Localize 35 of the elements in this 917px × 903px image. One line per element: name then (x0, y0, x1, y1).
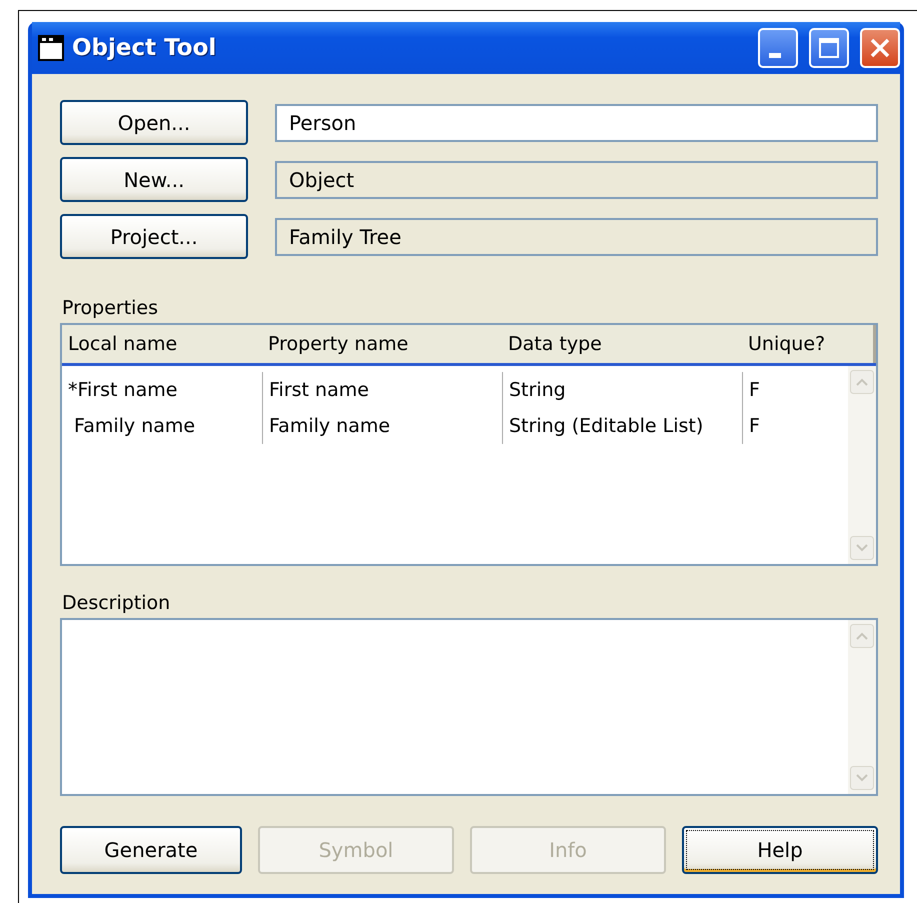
text-field[interactable]: Family Tree (275, 218, 878, 256)
dialog-button[interactable]: New... (60, 157, 248, 202)
maximize-icon (818, 37, 840, 59)
scrollbar[interactable] (848, 366, 876, 564)
table-cell: First name (262, 372, 502, 408)
scroll-down-icon[interactable] (850, 766, 874, 790)
description-field[interactable] (60, 618, 878, 796)
scrollbar[interactable] (848, 620, 876, 794)
dialog-button[interactable]: Help (682, 826, 878, 874)
scroll-up-icon[interactable] (850, 624, 874, 648)
window-icon (38, 35, 64, 61)
table-cell: Family name (262, 408, 502, 444)
dialog-button[interactable]: Generate (60, 826, 242, 874)
window-title: Object Tool (72, 35, 218, 61)
table-cell: String (Editable List) (502, 408, 742, 444)
minimize-button[interactable] (758, 28, 798, 68)
maximize-button[interactable] (809, 28, 849, 68)
text-field[interactable]: Object (275, 160, 878, 198)
close-button[interactable] (860, 28, 900, 68)
dialog-button[interactable]: Project... (60, 214, 248, 259)
column-header[interactable]: Data type (502, 325, 742, 363)
column-header[interactable]: Local name (62, 325, 262, 363)
scroll-down-icon[interactable] (850, 536, 874, 560)
section-label: Description (62, 592, 172, 614)
column-header[interactable]: Property name (262, 325, 502, 363)
table-cell-text: *First name (67, 378, 178, 403)
column-header[interactable]: Unique? (742, 325, 876, 363)
dialog-button[interactable]: Open... (60, 100, 248, 145)
table-cell-text: Family name (73, 414, 196, 439)
minimize-icon (769, 52, 781, 58)
text-field[interactable]: Person (275, 104, 878, 142)
scroll-up-icon[interactable] (850, 370, 874, 394)
section-label: Properties (62, 297, 160, 319)
table-cell: String (502, 372, 742, 408)
close-icon (869, 37, 891, 59)
